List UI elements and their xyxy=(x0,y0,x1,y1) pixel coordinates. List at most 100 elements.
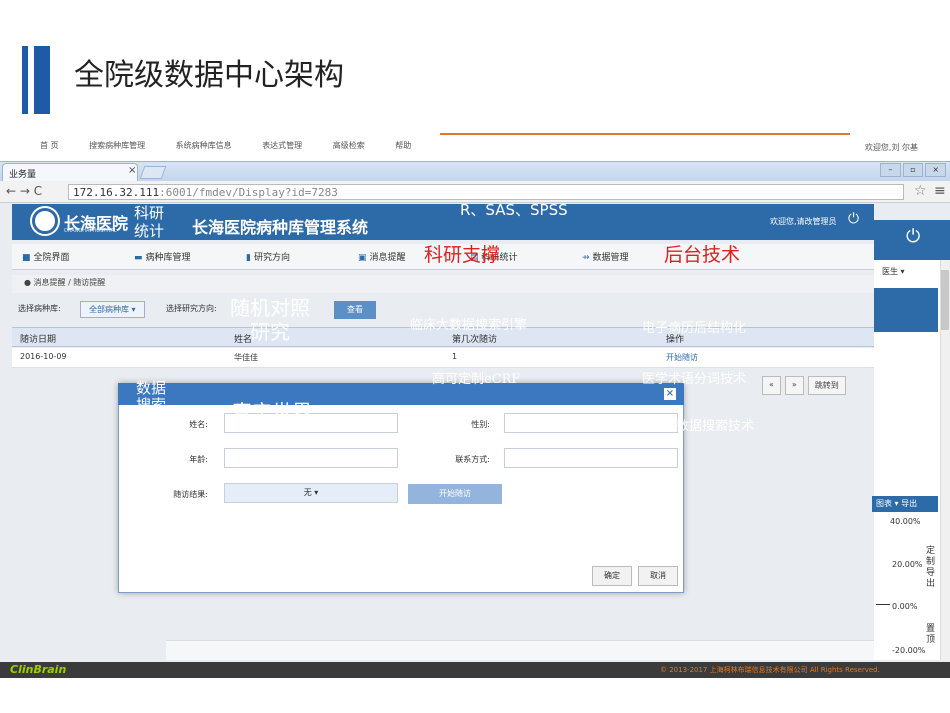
cancel-button[interactable]: 取消 xyxy=(638,566,678,586)
title-accent-bar-wide xyxy=(34,46,50,114)
overlay-research-stats: 科研 统计 xyxy=(134,204,165,240)
overlay-term-seg: 医学术语分词技术 xyxy=(642,372,747,387)
menu-label: 数据管理 xyxy=(592,253,629,263)
top-welcome: 欢迎您,刘 尔基 xyxy=(864,143,918,152)
bookmark-star-icon[interactable]: ☆ xyxy=(914,183,927,199)
right-extension-block xyxy=(874,288,938,332)
modal-header xyxy=(118,383,684,405)
age-input[interactable] xyxy=(224,448,398,468)
overlay-search-engine: 临床大数据搜索引擎 xyxy=(410,318,528,333)
menu-label: 研究方向 xyxy=(253,253,290,263)
url-path: :6001/fmdev/Display?id=7283 xyxy=(159,186,338,199)
overlay-rct: 随机对照 研究 xyxy=(230,296,310,344)
app-welcome: 欢迎您,请改管理员 xyxy=(770,217,837,226)
orange-divider xyxy=(440,133,850,135)
browser-tab[interactable]: 业务量 xyxy=(2,163,138,181)
url-host: 172.16.32.111 xyxy=(73,186,160,199)
menu-label: 全院界面 xyxy=(33,253,70,263)
minimize-button[interactable]: – xyxy=(880,163,901,177)
axis-pct: 40.00% xyxy=(890,517,921,526)
slide-title: 全院级数据中心架构 xyxy=(74,58,344,93)
menu-item-disease-db[interactable]: ▬ 病种库管理 xyxy=(134,250,191,263)
menu-item-data[interactable]: ⇸ 数据管理 xyxy=(582,250,629,263)
start-followup-link[interactable]: 开始随访 xyxy=(666,352,698,363)
folder-icon: ▬ xyxy=(134,253,143,263)
overlay-real-world: 真实世界 xyxy=(232,400,312,424)
ok-button[interactable]: 确定 xyxy=(592,566,632,586)
maximize-button[interactable]: ▫ xyxy=(902,163,924,177)
top-nav-item[interactable]: 高级检索 xyxy=(333,141,365,150)
breadcrumb-text: 消息提醒 / 随访提醒 xyxy=(33,278,106,287)
system-title: 长海医院病种库管理系统 xyxy=(192,218,369,237)
name-label: 姓名: xyxy=(189,420,208,429)
export-button[interactable]: 图表 ▾ 导出 xyxy=(872,496,938,512)
search-button[interactable]: 查看 xyxy=(334,301,376,319)
disease-db-select[interactable]: 全部病种库 ▾ xyxy=(80,301,145,318)
close-icon[interactable]: × xyxy=(664,388,676,400)
axis-pct: -20.00% xyxy=(892,646,926,655)
browser-menu-icon[interactable]: ≡ xyxy=(934,183,946,199)
prev-page-button[interactable]: « xyxy=(762,376,781,395)
close-icon[interactable]: × xyxy=(128,165,136,176)
start-followup-button[interactable]: 开始随访 xyxy=(408,484,502,504)
overlay-ecrf: 高可定制eCRF xyxy=(432,372,521,387)
axis-pct: 20.00% xyxy=(892,560,923,569)
overlay-emr-structuring: 电子病历后结构化 xyxy=(642,321,747,336)
pager: « » 跳转到 xyxy=(762,376,846,395)
grid-icon: ■ xyxy=(22,253,31,263)
contact-input[interactable] xyxy=(504,448,678,468)
contact-label: 联系方式: xyxy=(455,455,490,464)
axis-pct: 0.00% xyxy=(892,602,918,611)
clinbrain-logo: ClinBrain xyxy=(10,663,67,676)
top-nav-item[interactable]: 搜索病种库管理 xyxy=(89,141,145,150)
filter-label-db: 选择病种库: xyxy=(18,304,61,313)
menu-label: 病种库管理 xyxy=(145,253,191,263)
tab-title: 业务量 xyxy=(9,170,37,180)
overlay-research-support: 科研支撑 xyxy=(424,244,501,266)
cell-name: 华佳佳 xyxy=(234,353,258,362)
filter-label-research: 选择研究方向: xyxy=(166,304,217,313)
cell-date: 2016-10-09 xyxy=(20,352,67,361)
close-window-button[interactable]: × xyxy=(925,163,947,177)
menu-item-home[interactable]: ■ 全院界面 xyxy=(22,250,70,263)
new-tab-button[interactable] xyxy=(139,166,167,179)
jump-to-button[interactable]: 跳转到 xyxy=(807,376,846,395)
overlay-backend-tech: 后台技术 xyxy=(664,244,741,266)
url-input[interactable]: 172.16.32.111:6001/fmdev/Display?id=7283 xyxy=(68,184,904,200)
menu-label: 消息提醒 xyxy=(369,253,406,263)
result-select[interactable]: 无 ▾ xyxy=(224,483,398,503)
user-menu[interactable]: 医生 ▾ xyxy=(882,266,905,277)
back-forward-reload-icons[interactable]: ← → C xyxy=(6,184,42,198)
next-page-button[interactable]: » xyxy=(784,376,804,395)
top-nav-item[interactable]: 表达式管理 xyxy=(262,141,302,150)
gender-input[interactable] xyxy=(504,413,678,433)
usb-icon: ⇸ xyxy=(582,253,590,263)
age-label: 年龄: xyxy=(189,455,208,464)
gender-label: 性别: xyxy=(471,420,490,429)
power-icon[interactable]: ⏻ xyxy=(906,226,920,247)
logout-icon[interactable]: ⏻ xyxy=(848,211,859,227)
menu-item-research[interactable]: ▮ 研究方向 xyxy=(246,250,290,263)
book-icon: ▮ xyxy=(246,253,251,263)
overlay-data-search: 数据 搜索 xyxy=(136,379,167,414)
result-label: 随访结果: xyxy=(173,490,208,499)
top-nav: 首 页 搜索病种库管理 系统病种库信息 表达式管理 高级检索 帮助 xyxy=(40,140,950,158)
scrollbar-thumb[interactable] xyxy=(941,270,949,330)
chart-bottom-strip xyxy=(166,640,874,660)
window-controls: – ▫ × xyxy=(880,163,947,177)
menu-item-messages[interactable]: ▣ 消息提醒 xyxy=(358,250,406,263)
top-nav-item[interactable]: 帮助 xyxy=(395,141,411,150)
hospital-logo-icon xyxy=(32,208,58,234)
col-header: 第几次随访 xyxy=(452,335,498,345)
message-icon: ▣ xyxy=(358,253,367,263)
top-nav-item[interactable]: 首 页 xyxy=(40,141,59,150)
cell-visit-no: 1 xyxy=(452,352,458,361)
axis-line xyxy=(876,604,890,605)
overlay-r-sas-spss: R、SAS、SPSS xyxy=(460,201,568,219)
breadcrumb: ● 消息提醒 / 随访提醒 xyxy=(12,275,874,293)
col-header: 随访日期 xyxy=(20,335,57,345)
chat-icon: ● xyxy=(24,278,34,287)
hospital-logo-subtext: CHANGHAI HOSPITAL xyxy=(64,228,117,234)
top-nav-item[interactable]: 系统病种库信息 xyxy=(176,141,232,150)
table-row: 2016-10-09 华佳佳 1 开始随访 xyxy=(12,348,874,368)
